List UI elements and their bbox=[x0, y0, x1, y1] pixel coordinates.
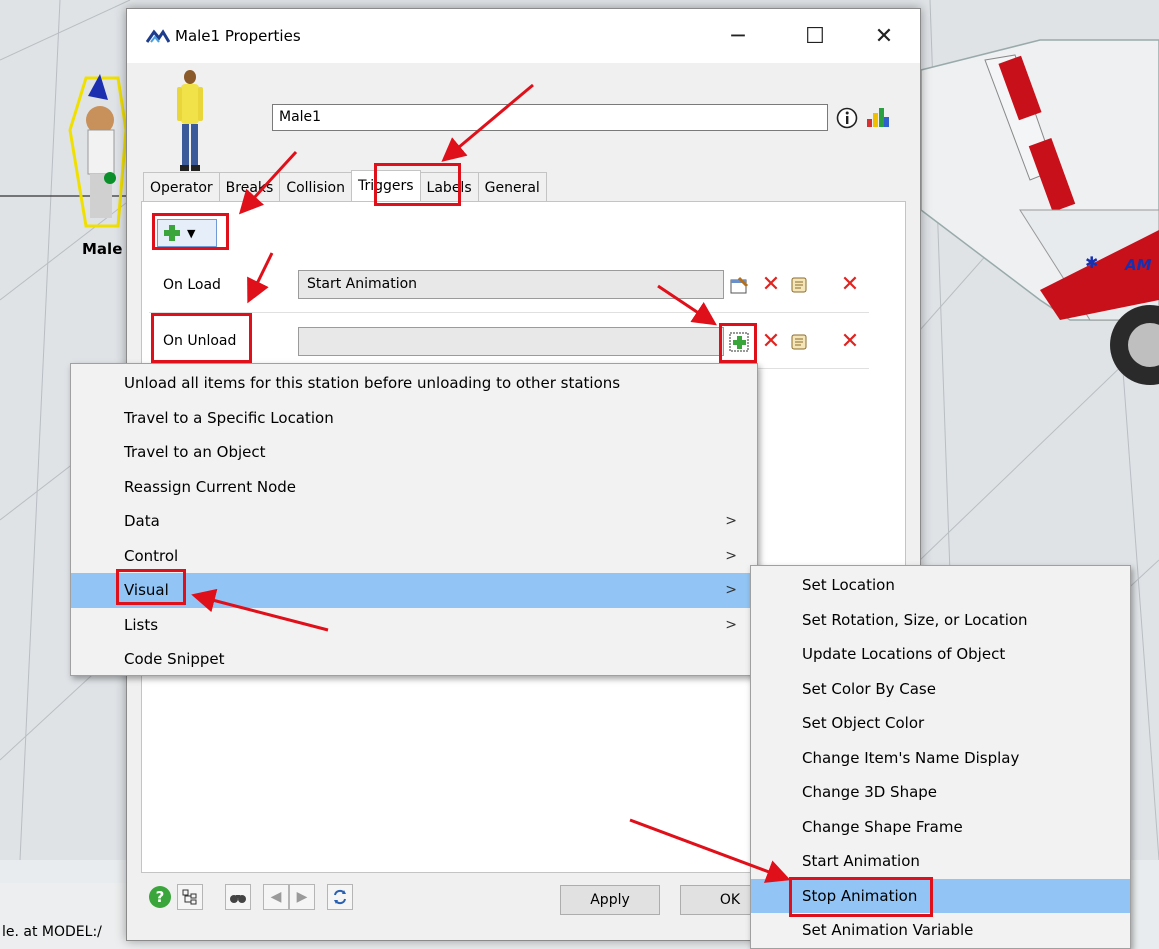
menu-item-travel-location[interactable]: Travel to a Specific Location bbox=[71, 401, 757, 436]
object-caption: Male bbox=[82, 240, 123, 258]
maximize-button[interactable]: ☐ bbox=[792, 19, 838, 53]
tab-bar: Operator Breaks Collision Triggers Label… bbox=[143, 170, 547, 203]
submenu-item-color-by-case[interactable]: Set Color By Case bbox=[751, 672, 1130, 707]
tab-breaks[interactable]: Breaks bbox=[218, 172, 281, 202]
submenu-item-set-rotation[interactable]: Set Rotation, Size, or Location bbox=[751, 603, 1130, 638]
status-text: le. at MODEL:/ bbox=[2, 924, 102, 940]
menu-item-label: Control bbox=[124, 546, 179, 565]
chart-icon[interactable] bbox=[864, 105, 890, 129]
submenu-item-label: Change Shape Frame bbox=[802, 817, 963, 836]
chevron-right-icon: > bbox=[725, 513, 737, 530]
menu-item-lists[interactable]: Lists > bbox=[71, 608, 757, 643]
annotation-box-on-unload bbox=[151, 313, 252, 363]
submenu-item-label: Set Location bbox=[802, 576, 895, 595]
remove-trigger-icon[interactable]: ✕ bbox=[839, 331, 861, 353]
submenu-item-set-location[interactable]: Set Location bbox=[751, 568, 1130, 603]
menu-item-label: Travel to a Specific Location bbox=[124, 408, 334, 427]
script-icon[interactable] bbox=[788, 274, 810, 296]
chevron-right-icon: > bbox=[725, 582, 737, 599]
submenu-item-label: Set Object Color bbox=[802, 714, 925, 733]
trigger-label-on-load: On Load bbox=[163, 277, 221, 293]
submenu-item-label: Change Item's Name Display bbox=[802, 748, 1020, 767]
annotation-box-stop-animation bbox=[789, 877, 933, 917]
annotation-box-add-button bbox=[152, 213, 229, 250]
svg-text:?: ? bbox=[156, 888, 165, 906]
menu-item-label: Unload all items for this station before… bbox=[124, 374, 621, 393]
operator-model bbox=[68, 74, 128, 228]
ambulance-model: ✱ bbox=[920, 39, 1159, 385]
submenu-item-label: Set Animation Variable bbox=[802, 921, 974, 940]
menu-item-label: Travel to an Object bbox=[124, 443, 266, 462]
title-bar[interactable]: Male1 Properties ─ ☐ ✕ bbox=[127, 9, 920, 63]
info-icon[interactable] bbox=[836, 107, 858, 129]
submenu-item-label: Update Locations of Object bbox=[802, 645, 1006, 664]
tab-general[interactable]: General bbox=[477, 172, 547, 202]
annotation-box-visual bbox=[116, 569, 186, 605]
menu-item-travel-object[interactable]: Travel to an Object bbox=[71, 435, 757, 470]
trigger-options-menu: Unload all items for this station before… bbox=[70, 363, 758, 676]
submenu-item-shape-frame[interactable]: Change Shape Frame bbox=[751, 810, 1130, 845]
operator-avatar-icon bbox=[177, 70, 203, 171]
apply-button[interactable]: Apply bbox=[560, 885, 660, 915]
svg-text:✱: ✱ bbox=[1085, 253, 1098, 272]
menu-item-code-snippet[interactable]: Code Snippet bbox=[71, 642, 757, 677]
clear-trigger-icon[interactable]: ✕ bbox=[760, 331, 782, 353]
find-icon[interactable] bbox=[225, 884, 251, 910]
menu-item-reassign-node[interactable]: Reassign Current Node bbox=[71, 470, 757, 505]
submenu-item-label: Set Rotation, Size, or Location bbox=[802, 610, 1028, 629]
previous-icon[interactable]: ◀ bbox=[263, 884, 289, 910]
menu-item-label: Code Snippet bbox=[124, 650, 225, 669]
chevron-right-icon: > bbox=[725, 616, 737, 633]
remove-trigger-icon[interactable]: ✕ bbox=[839, 274, 861, 296]
menu-item-label: Data bbox=[124, 512, 160, 531]
annotation-box-add-option bbox=[719, 323, 757, 363]
tab-collision[interactable]: Collision bbox=[279, 172, 352, 202]
submenu-item-object-color[interactable]: Set Object Color bbox=[751, 706, 1130, 741]
script-icon[interactable] bbox=[788, 331, 810, 353]
close-button[interactable]: ✕ bbox=[861, 19, 907, 53]
menu-item-unload-all[interactable]: Unload all items for this station before… bbox=[71, 366, 757, 401]
row-divider bbox=[149, 312, 869, 313]
annotation-box-triggers-tab bbox=[374, 163, 461, 206]
submenu-item-label: Start Animation bbox=[802, 852, 920, 871]
submenu-item-label: Set Color By Case bbox=[802, 679, 936, 698]
on-unload-field[interactable] bbox=[298, 327, 724, 356]
clear-trigger-icon[interactable]: ✕ bbox=[760, 274, 782, 296]
minimize-button[interactable]: ─ bbox=[715, 19, 761, 53]
submenu-item-change-3d-shape[interactable]: Change 3D Shape bbox=[751, 775, 1130, 810]
flexsim-logo-icon bbox=[146, 29, 170, 43]
next-icon[interactable]: ▶ bbox=[289, 884, 315, 910]
submenu-item-start-animation[interactable]: Start Animation bbox=[751, 844, 1130, 879]
help-icon[interactable]: ? bbox=[147, 884, 173, 910]
menu-item-label: Reassign Current Node bbox=[124, 477, 297, 496]
submenu-item-update-locations[interactable]: Update Locations of Object bbox=[751, 637, 1130, 672]
submenu-item-label: Change 3D Shape bbox=[802, 783, 938, 802]
submenu-item-animation-variable[interactable]: Set Animation Variable bbox=[751, 913, 1130, 948]
object-name-field[interactable]: Male1 bbox=[272, 104, 828, 131]
refresh-icon[interactable] bbox=[327, 884, 353, 910]
dialog-title: Male1 Properties bbox=[175, 27, 301, 45]
chevron-right-icon: > bbox=[725, 547, 737, 564]
menu-item-label: Lists bbox=[124, 615, 159, 634]
tab-operator[interactable]: Operator bbox=[143, 172, 220, 202]
edit-properties-icon[interactable] bbox=[728, 274, 750, 296]
menu-item-data[interactable]: Data > bbox=[71, 504, 757, 539]
ambulance-label: AM bbox=[1125, 256, 1152, 274]
submenu-item-name-display[interactable]: Change Item's Name Display bbox=[751, 741, 1130, 776]
tree-view-icon[interactable] bbox=[177, 884, 203, 910]
on-load-field[interactable]: Start Animation bbox=[298, 270, 724, 299]
menu-item-control[interactable]: Control > bbox=[71, 539, 757, 574]
